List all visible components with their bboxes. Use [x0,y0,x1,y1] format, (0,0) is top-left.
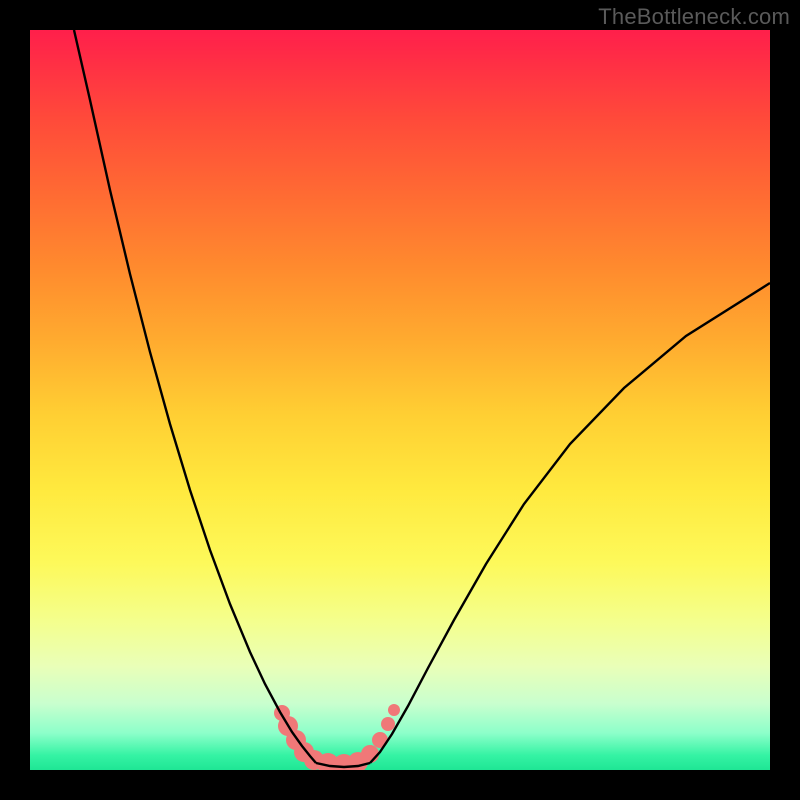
chart-svg [30,30,770,770]
curve-right [370,283,770,763]
highlight-dot [388,704,400,716]
highlight-dot [381,717,395,731]
marker-layer [274,704,400,770]
chart-frame: TheBottleneck.com [0,0,800,800]
watermark-text: TheBottleneck.com [598,4,790,30]
curve-left [74,30,316,763]
highlight-dot [361,745,379,763]
plot-area [30,30,770,770]
